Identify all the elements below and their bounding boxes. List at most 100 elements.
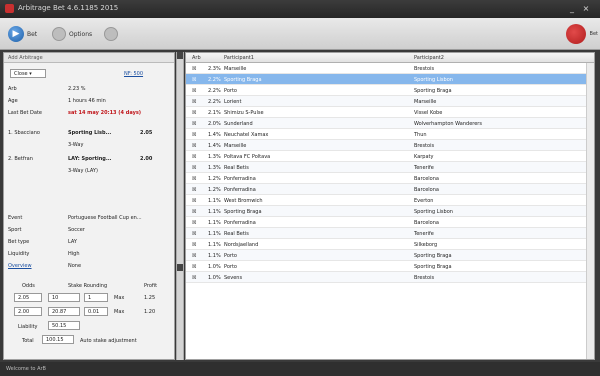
- minimize-button[interactable]: _: [566, 3, 578, 14]
- row-checkbox[interactable]: ☒: [192, 231, 196, 237]
- participant1-cell: Porto: [224, 253, 237, 259]
- vertical-scrollbar[interactable]: [586, 63, 594, 359]
- options-button[interactable]: Options: [52, 25, 92, 43]
- bet-button[interactable]: ▶ Bet: [8, 25, 37, 43]
- odds-input-1[interactable]: 2.05: [14, 293, 42, 302]
- participant2-cell: Barcelona: [414, 176, 439, 182]
- participant1-cell: Sporting Braga: [224, 77, 262, 83]
- odds-column-header: Odds: [22, 283, 35, 289]
- rounding-select-2[interactable]: 0.01: [84, 307, 108, 316]
- table-row[interactable]: ☒ 1.1% Ponferradina Barcelona: [186, 217, 586, 228]
- arb-column-header[interactable]: Arb: [192, 55, 201, 61]
- table-row[interactable]: ☒ 1.4% Marseille Brestois: [186, 140, 586, 151]
- table-row[interactable]: ☒ 1.1% Sporting Braga Sporting Lisbon: [186, 206, 586, 217]
- row-checkbox[interactable]: ☒: [192, 66, 196, 72]
- participant2-cell: Brestois: [414, 66, 435, 72]
- row-checkbox[interactable]: ☒: [192, 220, 196, 226]
- arbitrage-detail-panel: Add Arbitrage Close ▾ NF: 500 Arb 2.23 %…: [3, 52, 175, 360]
- nf-link[interactable]: NF: 500: [124, 71, 143, 77]
- stake-input-2[interactable]: 20.87: [48, 307, 80, 316]
- arb-cell: 1.4%: [208, 132, 221, 138]
- row-checkbox[interactable]: ☒: [192, 187, 196, 193]
- participant2-cell: Thun: [414, 132, 427, 138]
- participant2-cell: Brestois: [414, 275, 435, 281]
- participant2-column-header[interactable]: Participant2: [414, 55, 444, 61]
- row-checkbox[interactable]: ☒: [192, 143, 196, 149]
- rounding-select-1[interactable]: 1: [84, 293, 108, 302]
- gear-icon: [52, 27, 66, 41]
- close-button[interactable]: ×: [580, 3, 592, 14]
- participant1-cell: Lorient: [224, 99, 242, 105]
- arb-value: 2.23 %: [68, 86, 86, 92]
- refresh-button[interactable]: [104, 25, 118, 43]
- status-text: Welcome to ArB: [6, 366, 46, 372]
- row-checkbox[interactable]: ☒: [192, 121, 196, 127]
- odds-input-2[interactable]: 2.00: [14, 307, 42, 316]
- bet1-bookmaker: 1. Sbacciano: [8, 130, 40, 136]
- row-checkbox[interactable]: ☒: [192, 88, 196, 94]
- participant2-cell: Tenerife: [414, 231, 434, 237]
- bet-type-label: Bet type: [8, 239, 30, 245]
- table-row[interactable]: ☒ 2.2% Lorient Marseille: [186, 96, 586, 107]
- table-row[interactable]: ☒ 2.2% Porto Sporting Braga: [186, 85, 586, 96]
- table-row[interactable]: ☒ 1.3% Real Betis Tenerife: [186, 162, 586, 173]
- participant1-cell: West Bromwich: [224, 198, 263, 204]
- action-combo[interactable]: Close ▾: [10, 69, 46, 78]
- row-checkbox[interactable]: ☒: [192, 110, 196, 116]
- arb-cell: 2.2%: [208, 77, 221, 83]
- row-checkbox[interactable]: ☒: [192, 176, 196, 182]
- table-row[interactable]: ☒ 2.1% Shimizu S-Pulse Vissel Kobe: [186, 107, 586, 118]
- row-checkbox[interactable]: ☒: [192, 154, 196, 160]
- table-row[interactable]: ☒ 1.1% Porto Sporting Braga: [186, 250, 586, 261]
- arb-cell: 1.4%: [208, 143, 221, 149]
- overview-value: None: [68, 263, 82, 269]
- liquidity-label: Liquidity: [8, 251, 30, 257]
- participant1-column-header[interactable]: Participant1: [224, 55, 254, 61]
- arb-cell: 2.3%: [208, 66, 221, 72]
- table-row[interactable]: ☒ 2.3% Marseille Brestois: [186, 63, 586, 74]
- table-row[interactable]: ☒ 2.0% Sunderland Wolverhampton Wanderers: [186, 118, 586, 129]
- table-row[interactable]: ☒ 1.2% Ponferradina Barcelona: [186, 173, 586, 184]
- liability-input[interactable]: 50.15: [48, 321, 80, 330]
- table-row[interactable]: ☒ 1.2% Ponferradina Barcelona: [186, 184, 586, 195]
- row-checkbox[interactable]: ☒: [192, 242, 196, 248]
- panel-splitter[interactable]: [176, 52, 184, 360]
- total-input[interactable]: 100.15: [42, 335, 74, 344]
- row-checkbox[interactable]: ☒: [192, 253, 196, 259]
- participant1-cell: Sporting Braga: [224, 209, 262, 215]
- overview-link[interactable]: Overview: [8, 263, 32, 269]
- arb-cell: 1.1%: [208, 220, 221, 226]
- auto-stake-checkbox[interactable]: Auto stake adjustment: [80, 338, 137, 344]
- table-row[interactable]: ☒ 1.0% Sevens Brestois: [186, 272, 586, 283]
- row-checkbox[interactable]: ☒: [192, 198, 196, 204]
- row-checkbox[interactable]: ☒: [192, 264, 196, 270]
- stake-input-1[interactable]: 10: [48, 293, 80, 302]
- table-row[interactable]: ☒ 1.0% Porto Sporting Braga: [186, 261, 586, 272]
- play-icon: ▶: [8, 26, 24, 42]
- profit-value-1: 1.25: [144, 295, 156, 301]
- collapse-down-icon[interactable]: [177, 264, 183, 271]
- arb-cell: 1.1%: [208, 198, 221, 204]
- table-row[interactable]: ☒ 1.1% West Bromwich Everton: [186, 195, 586, 206]
- arb-cell: 1.1%: [208, 209, 221, 215]
- sport-label: Sport: [8, 227, 22, 233]
- max-checkbox-1[interactable]: Max: [114, 295, 124, 301]
- table-row[interactable]: ☒ 1.3% Poltava FC Poltava Karpaty: [186, 151, 586, 162]
- arb-cell: 2.1%: [208, 110, 221, 116]
- arb-cell: 1.1%: [208, 253, 221, 259]
- row-checkbox[interactable]: ☒: [192, 99, 196, 105]
- row-checkbox[interactable]: ☒: [192, 165, 196, 171]
- table-row[interactable]: ☒ 1.4% Neuchatel Xamax Thun: [186, 129, 586, 140]
- table-row[interactable]: ☒ 1.1% Nordsjaelland Silkeborg: [186, 239, 586, 250]
- brand-logo-icon[interactable]: [566, 24, 586, 44]
- row-checkbox[interactable]: ☒: [192, 275, 196, 281]
- row-checkbox[interactable]: ☒: [192, 209, 196, 215]
- table-row[interactable]: ☒ 2.2% Sporting Braga Sporting Lisbon: [186, 74, 586, 85]
- participant1-cell: Porto: [224, 88, 237, 94]
- collapse-up-icon[interactable]: [177, 52, 183, 59]
- row-checkbox[interactable]: ☒: [192, 132, 196, 138]
- max-checkbox-2[interactable]: Max: [114, 309, 124, 315]
- row-checkbox[interactable]: ☒: [192, 77, 196, 83]
- last-bet-label: Last Bet Date: [8, 110, 43, 116]
- table-row[interactable]: ☒ 1.1% Real Betis Tenerife: [186, 228, 586, 239]
